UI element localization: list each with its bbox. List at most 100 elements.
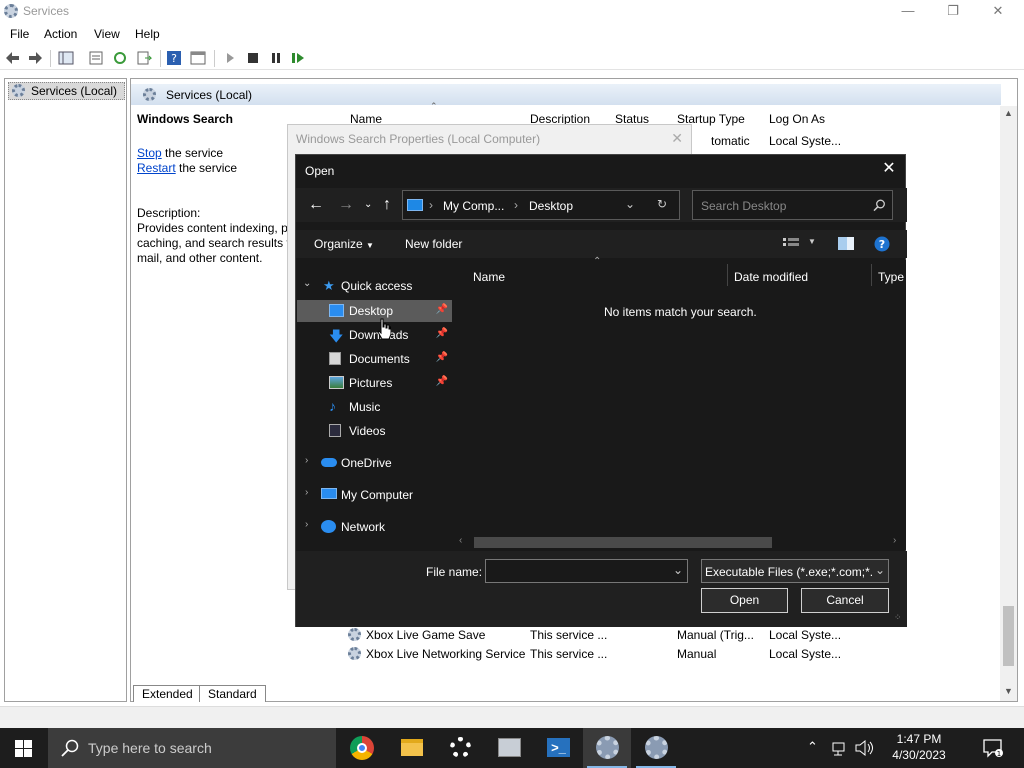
horizontal-scrollbar[interactable]: ‹ › — [456, 534, 906, 550]
stop-suffix: the service — [161, 146, 224, 160]
tab-standard[interactable]: Standard — [199, 685, 266, 702]
preview-pane-icon[interactable] — [838, 237, 854, 250]
scrollbar-thumb[interactable] — [1003, 606, 1014, 666]
chevron-down-icon[interactable]: ▼ — [808, 237, 816, 246]
pin-icon[interactable]: 📌 — [436, 376, 448, 387]
file-explorer-taskbar-button[interactable] — [387, 728, 435, 768]
nav-item-music[interactable]: ♪ Music — [297, 396, 452, 418]
breadcrumb-desktop[interactable]: Desktop — [529, 199, 573, 213]
volume-icon[interactable] — [855, 740, 873, 756]
chevron-right-icon[interactable]: › — [305, 519, 308, 530]
console-tree-icon[interactable] — [58, 50, 74, 66]
file-name-combobox[interactable]: ⌄ — [485, 559, 688, 583]
breadcrumb-my-computer[interactable]: My Comp... — [443, 199, 504, 213]
search-desktop-box[interactable]: Search Desktop — [692, 190, 893, 220]
pin-icon[interactable]: 📌 — [436, 304, 448, 315]
nav-quick-access[interactable]: ⌄ ★ Quick access — [297, 275, 452, 297]
file-type-select[interactable]: Executable Files (*.exe;*.com;*. ⌄ — [701, 559, 889, 583]
resize-grip-icon[interactable]: ⁘ — [894, 612, 902, 623]
chevron-right-icon[interactable]: › — [305, 487, 308, 498]
close-button[interactable]: ✕ — [987, 2, 1009, 20]
back-arrow-icon[interactable]: ← — [308, 196, 324, 214]
windows-start-icon[interactable] — [15, 740, 32, 757]
nav-my-computer[interactable]: › My Computer — [297, 484, 452, 506]
menu-view[interactable]: View — [94, 27, 120, 41]
recent-locations-chevron-icon[interactable]: ⌄ — [364, 199, 372, 210]
nav-item-videos[interactable]: Videos — [297, 420, 452, 442]
menu-action[interactable]: Action — [44, 27, 77, 41]
scroll-left-icon[interactable]: ‹ — [459, 535, 462, 546]
clock-time[interactable]: 1:47 PM — [889, 732, 949, 746]
view-options-icon[interactable] — [783, 237, 799, 250]
minimize-button[interactable]: — — [897, 2, 919, 20]
pin-icon[interactable]: 📌 — [436, 328, 448, 339]
taskbar-search-box[interactable]: Type here to search — [48, 728, 336, 768]
up-arrow-icon[interactable]: ↑ — [383, 196, 391, 214]
back-icon[interactable] — [5, 50, 21, 66]
open-button[interactable]: Open — [701, 588, 788, 613]
properties-close-icon[interactable]: ✕ — [671, 130, 683, 147]
chevron-down-icon[interactable]: ⌄ — [625, 197, 635, 211]
menu-help[interactable]: Help — [135, 27, 160, 41]
column-divider[interactable] — [727, 264, 728, 286]
stop-service-link[interactable]: Stop — [137, 146, 162, 160]
computer-management-taskbar-button[interactable] — [485, 728, 533, 768]
nav-item-documents[interactable]: Documents 📌 — [297, 348, 452, 370]
start-service-icon[interactable] — [222, 50, 238, 66]
chrome-taskbar-button[interactable] — [338, 728, 386, 768]
cancel-button[interactable]: Cancel — [801, 588, 889, 613]
help-icon[interactable]: ? — [166, 50, 182, 66]
nav-onedrive[interactable]: › OneDrive — [297, 452, 452, 474]
restart-service-link[interactable]: Restart — [137, 161, 176, 175]
tab-extended[interactable]: Extended — [133, 685, 202, 702]
list-column-type[interactable]: Type — [878, 270, 904, 284]
services-properties-taskbar-button[interactable] — [632, 728, 680, 768]
services-taskbar-button[interactable] — [583, 728, 631, 768]
new-folder-button[interactable]: New folder — [405, 237, 462, 251]
nav-item-pictures[interactable]: Pictures 📌 — [297, 372, 452, 394]
command-bar: Organize ▼ New folder ▼ ? — [296, 230, 907, 258]
list-column-name[interactable]: Name — [473, 270, 505, 284]
refresh-icon[interactable] — [112, 50, 128, 66]
chevron-right-icon[interactable]: › — [305, 455, 308, 466]
column-log-on-as[interactable]: Log On As — [769, 112, 825, 126]
scroll-down-icon[interactable]: ▼ — [1004, 686, 1013, 696]
vertical-scrollbar[interactable]: ▲ ▼ — [1000, 106, 1017, 701]
stop-service-icon[interactable] — [245, 50, 261, 66]
search-input[interactable]: Search Desktop — [701, 199, 786, 213]
nav-network[interactable]: › Network — [297, 516, 452, 538]
help-icon[interactable]: ? — [874, 236, 890, 252]
powershell-taskbar-button[interactable]: >_ — [534, 728, 582, 768]
network-status-icon[interactable] — [832, 740, 848, 756]
menu-file[interactable]: File — [10, 27, 29, 41]
scroll-right-icon[interactable]: › — [893, 535, 896, 546]
export-list-icon[interactable] — [136, 50, 152, 66]
address-bar[interactable]: › My Comp... › Desktop ⌄ ↻ — [402, 190, 680, 220]
pause-service-icon[interactable] — [268, 50, 284, 66]
forward-arrow-icon[interactable]: → — [338, 196, 354, 214]
show-hidden-icons-chevron-icon[interactable]: ⌃ — [807, 739, 818, 755]
organize-button[interactable]: Organize ▼ — [314, 237, 374, 251]
open-dialog-close-button[interactable]: ✕ — [879, 160, 899, 180]
taskbar-search-input[interactable]: Type here to search — [88, 740, 212, 756]
clock-date[interactable]: 4/30/2023 — [886, 748, 952, 762]
column-divider[interactable] — [871, 264, 872, 286]
chevron-expanded-icon[interactable]: ⌄ — [303, 278, 311, 289]
list-column-date-modified[interactable]: Date modified — [734, 270, 808, 284]
detail-header-title: Services (Local) — [166, 88, 253, 102]
restart-service-icon[interactable] — [290, 50, 306, 66]
pin-icon[interactable]: 📌 — [436, 352, 448, 363]
notification-center-icon[interactable]: 1 — [983, 738, 1003, 758]
show-hide-icon[interactable] — [190, 50, 206, 66]
settings-taskbar-button[interactable] — [436, 728, 484, 768]
tree-item-services-local[interactable]: Services (Local) — [8, 82, 125, 100]
nav-item-desktop[interactable]: Desktop 📌 — [297, 300, 452, 322]
scroll-up-icon[interactable]: ▲ — [1004, 108, 1013, 118]
chevron-down-icon[interactable]: ⌄ — [673, 563, 683, 577]
forward-icon[interactable] — [27, 50, 43, 66]
properties-icon[interactable] — [88, 50, 104, 66]
scrollbar-thumb[interactable] — [474, 537, 772, 548]
nav-item-downloads[interactable]: 🡇 Downloads 📌 — [297, 324, 452, 346]
maximize-button[interactable]: ❐ — [942, 2, 964, 20]
refresh-icon[interactable]: ↻ — [657, 197, 667, 211]
